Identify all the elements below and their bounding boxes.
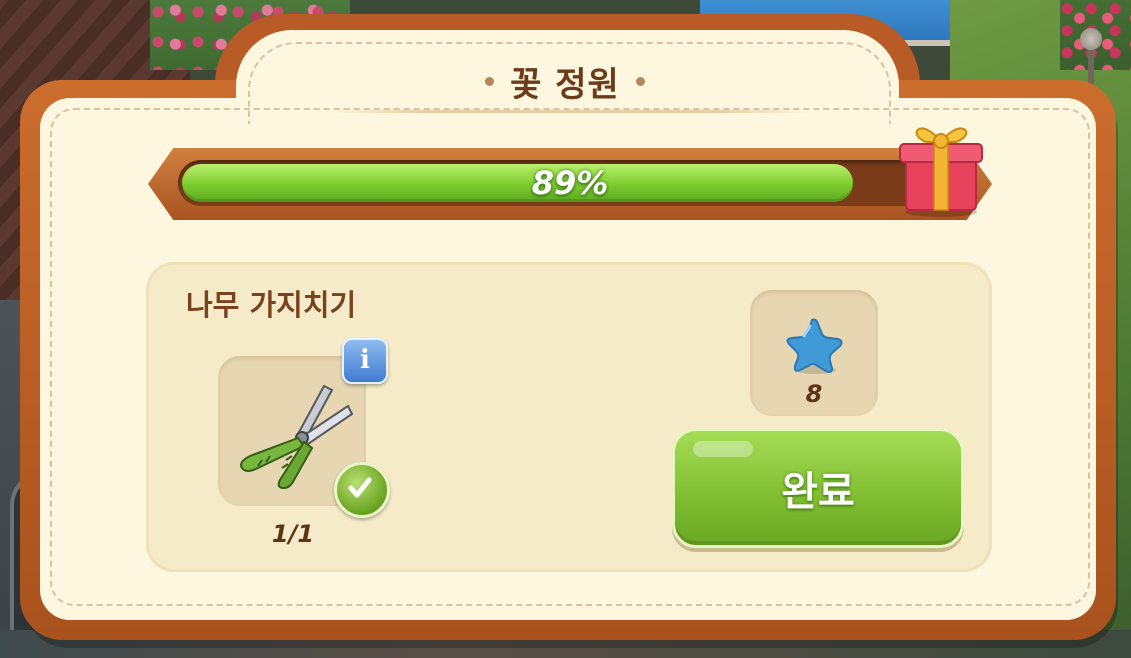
info-button[interactable]: i [342, 338, 388, 384]
complete-button-label: 완료 [781, 469, 855, 515]
required-item-count: 1/1 [271, 520, 315, 548]
popup-title: 꽃 정원 [510, 64, 620, 105]
lamp [1080, 28, 1102, 50]
title-row: 꽃 정원 [380, 56, 750, 106]
title-dot-right [635, 76, 645, 86]
task-title: 나무 가지치기 [186, 288, 357, 322]
blue-star-icon [786, 318, 843, 374]
gift-box-icon[interactable] [896, 112, 986, 218]
completed-check-badge [334, 462, 390, 518]
title-divider [330, 110, 810, 113]
info-icon: i [360, 345, 370, 375]
title-dot-left [485, 76, 495, 86]
progress-percent: 89% [531, 164, 609, 202]
complete-button[interactable]: 완료 [672, 428, 964, 548]
checkmark-icon [348, 477, 372, 498]
reward-amount: 8 [805, 380, 823, 408]
